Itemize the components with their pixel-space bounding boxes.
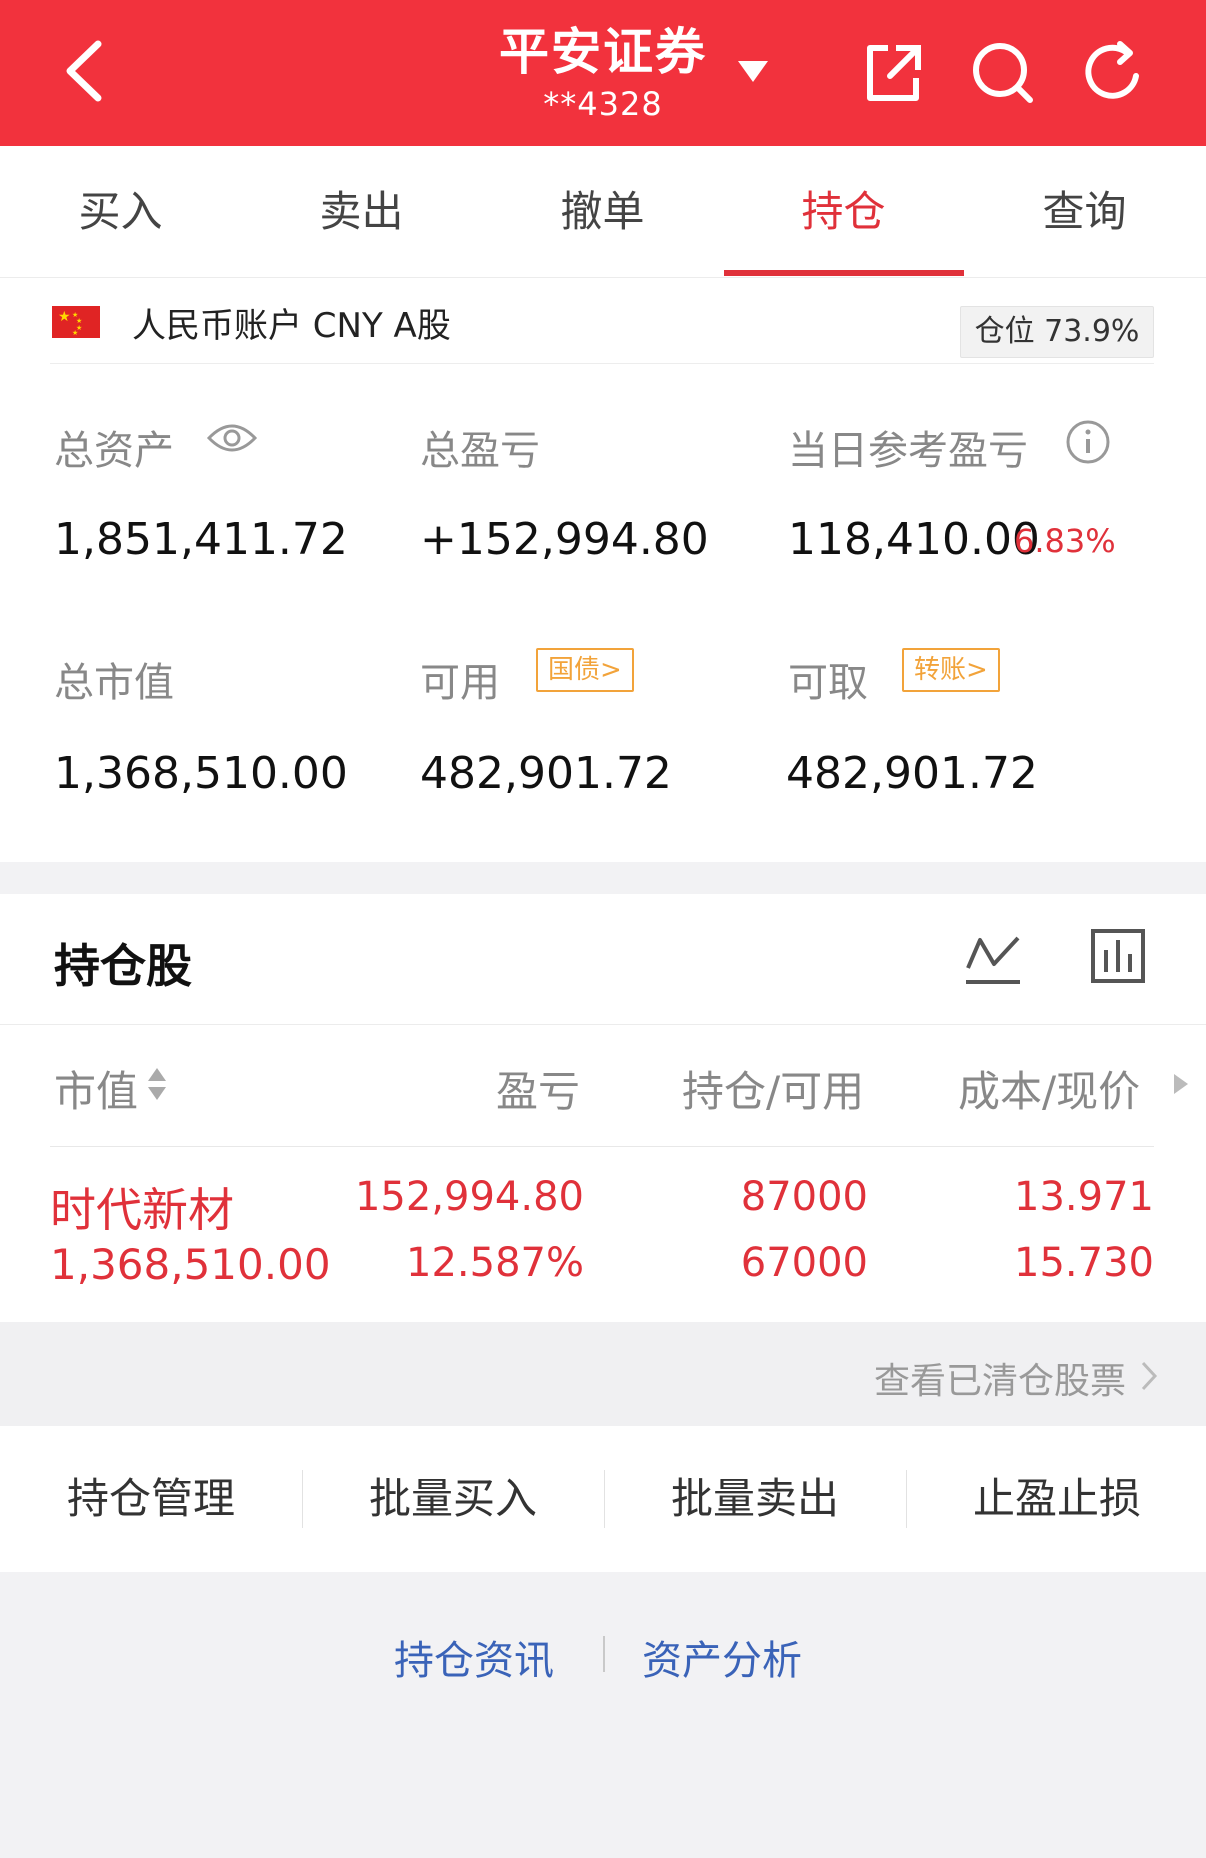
holdings-action-bar: 持仓管理 批量买入 批量卖出 止盈止损 — [0, 1426, 1206, 1572]
account-summary: ★ ★ ★ ★ ★ 人民币账户 CNY A股 仓位 73.9% 总资产 1,85… — [0, 278, 1206, 862]
total-assets-value: 1,851,411.72 — [54, 514, 348, 565]
divider — [603, 1636, 605, 1672]
holdings-title: 持仓股 — [54, 939, 192, 993]
column-header-market-value[interactable]: 市值 — [54, 1058, 138, 1119]
daily-pnl-label: 当日参考盈亏 — [788, 428, 1028, 474]
info-icon[interactable] — [1064, 418, 1112, 466]
top-header: 平安证券 **4328 — [0, 0, 1206, 146]
refresh-icon[interactable] — [1078, 38, 1148, 108]
withdrawable-value: 482,901.72 — [786, 748, 1038, 799]
asset-analysis-link[interactable]: 资产分析 — [642, 1628, 802, 1686]
back-arrow-icon[interactable] — [54, 36, 118, 106]
tab-cancel-order[interactable]: 撤单 — [482, 146, 723, 278]
total-assets-label: 总资产 — [54, 428, 174, 474]
batch-buy-button[interactable]: 批量买入 — [302, 1426, 604, 1572]
stock-pnl-percent: 12.587% — [406, 1240, 584, 1286]
broker-name: 平安证券 — [499, 23, 707, 81]
dropdown-caret-icon[interactable] — [736, 58, 770, 84]
stock-name: 时代新材 — [50, 1183, 234, 1237]
column-header-cost-price: 成本/现价 — [958, 1067, 1141, 1116]
tab-sell[interactable]: 卖出 — [241, 146, 482, 278]
column-header-position: 持仓/可用 — [682, 1067, 865, 1116]
footer-links: 持仓资讯 资产分析 — [0, 1572, 1206, 1858]
line-chart-icon[interactable] — [964, 930, 1022, 988]
available-funds-label: 可用 — [420, 660, 500, 706]
tab-query[interactable]: 查询 — [964, 146, 1205, 278]
total-pnl-label: 总盈亏 — [420, 428, 540, 474]
take-profit-stop-loss-button[interactable]: 止盈止损 — [906, 1426, 1206, 1572]
position-management-button[interactable]: 持仓管理 — [0, 1426, 302, 1572]
stock-available: 67000 — [740, 1240, 868, 1286]
stock-cost: 13.971 — [1014, 1174, 1154, 1220]
available-funds-value: 482,901.72 — [420, 748, 672, 799]
holdings-section: 持仓股 市值 盈亏 持仓/可用 成本/现价 时代新材 1,368,510.00 … — [0, 894, 1206, 1322]
account-type-label: 人民币账户 CNY A股 — [132, 306, 451, 346]
transfer-button[interactable]: 转账> — [902, 648, 1000, 692]
total-pnl-value: +152,994.80 — [420, 514, 709, 565]
market-value-value: 1,368,510.00 — [54, 748, 348, 799]
divider — [50, 1146, 1154, 1147]
chevron-right-icon[interactable] — [1140, 1360, 1158, 1392]
divider — [0, 1024, 1206, 1025]
holdings-news-link[interactable]: 持仓资讯 — [394, 1628, 554, 1686]
daily-pnl-percent: 6.83% — [1014, 522, 1116, 560]
tab-holdings[interactable]: 持仓 — [723, 146, 964, 278]
stock-position: 87000 — [740, 1174, 868, 1220]
china-flag-icon: ★ ★ ★ ★ ★ — [52, 306, 100, 338]
cleared-stocks-bar: 查看已清仓股票 — [0, 1322, 1206, 1426]
share-icon[interactable] — [858, 38, 928, 108]
treasury-bond-button[interactable]: 国债> — [536, 648, 634, 692]
view-cleared-stocks-link[interactable]: 查看已清仓股票 — [874, 1352, 1126, 1404]
daily-pnl-value: 118,410.00 — [788, 514, 1040, 565]
active-tab-indicator — [724, 270, 964, 276]
account-type-row: ★ ★ ★ ★ ★ 人民币账户 CNY A股 仓位 73.9% — [50, 278, 1154, 364]
market-value-label: 总市值 — [54, 660, 174, 706]
position-ratio-badge: 仓位 73.9% — [960, 306, 1154, 358]
stock-current-price: 15.730 — [1014, 1240, 1154, 1286]
batch-sell-button[interactable]: 批量卖出 — [604, 1426, 906, 1572]
column-header-pnl: 盈亏 — [496, 1067, 581, 1116]
stock-market-value: 1,368,510.00 — [50, 1240, 331, 1289]
account-number: **4328 — [543, 85, 663, 123]
stock-pnl: 152,994.80 — [354, 1174, 584, 1220]
bar-chart-icon[interactable] — [1090, 928, 1146, 984]
eye-icon[interactable] — [206, 420, 258, 456]
search-icon[interactable] — [968, 38, 1038, 108]
broker-selector[interactable]: 平安证券 **4328 — [420, 18, 786, 122]
tab-buy[interactable]: 买入 — [0, 146, 241, 278]
trade-tabs: 买入 卖出 撤单 持仓 查询 — [0, 146, 1206, 278]
withdrawable-label: 可取 — [788, 660, 868, 706]
sort-icon[interactable] — [146, 1066, 168, 1102]
scroll-right-arrow-icon[interactable] — [1172, 1072, 1190, 1096]
